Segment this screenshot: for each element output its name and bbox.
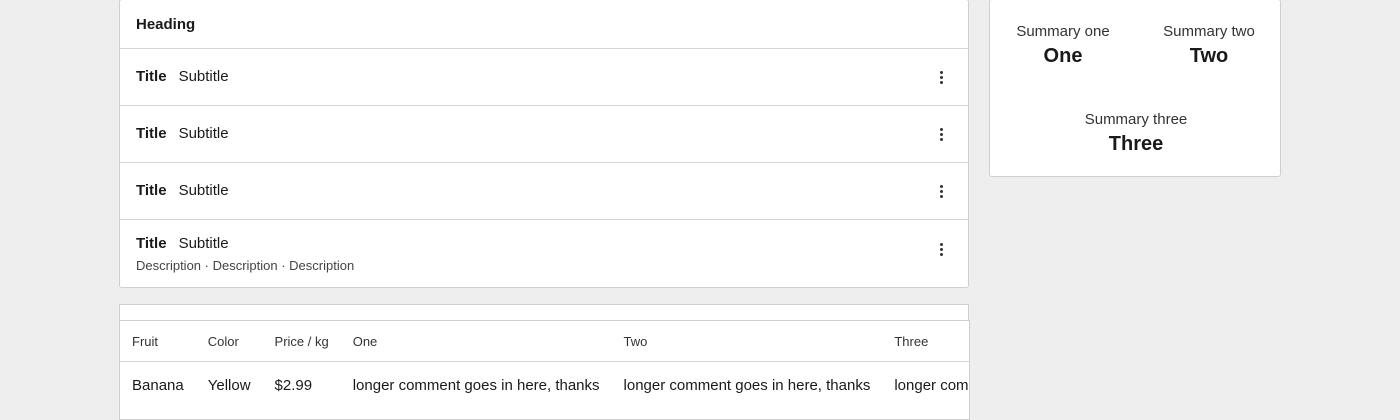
list-item-title: Title	[136, 125, 167, 142]
list-item-subtitle: Subtitle	[178, 182, 229, 199]
table-row[interactable]: Banana Yellow $2.99 longer comment goes …	[120, 362, 969, 409]
kebab-menu-icon[interactable]	[931, 124, 951, 144]
table-cell: $2.99	[274, 376, 313, 394]
summary-label: Summary three	[1084, 111, 1188, 128]
summary-value: Three	[1108, 133, 1164, 155]
list-item-title: Title	[136, 68, 167, 85]
list-item-subtitle: Subtitle	[178, 125, 229, 142]
table-header-row: Fruit Color Price / kg One Two Three	[120, 321, 969, 362]
column-header-price[interactable]: Price / kg	[262, 321, 341, 362]
column-header-two[interactable]: Two	[611, 321, 883, 362]
list-item[interactable]: Title Subtitle Description · Description …	[120, 220, 968, 289]
column-header-fruit[interactable]: Fruit	[120, 321, 196, 362]
summary-one: Summary one One	[990, 23, 1136, 68]
data-table-card: Fruit Color Price / kg One Two Three Ban…	[119, 320, 970, 420]
table-cell: Banana	[132, 376, 184, 394]
summary-card: Summary one One Summary two Two Summary …	[989, 0, 1281, 177]
list-item-subtitle: Subtitle	[178, 68, 229, 85]
list-item-title: Title	[136, 182, 167, 199]
list-card: Heading Title Subtitle Title Subtitle Titl…	[119, 0, 969, 288]
summary-three: Summary three Three	[1063, 111, 1209, 156]
summary-label: Summary two	[1163, 23, 1255, 40]
list-heading: Heading	[120, 0, 968, 49]
column-header-one[interactable]: One	[340, 321, 612, 362]
list-item[interactable]: Title Subtitle	[120, 163, 968, 220]
kebab-menu-icon[interactable]	[931, 67, 951, 87]
kebab-menu-icon[interactable]	[931, 181, 951, 201]
table-cell: longer comment goes in here, thanks	[352, 376, 600, 394]
list-item[interactable]: Title Subtitle	[120, 49, 968, 106]
data-table: Fruit Color Price / kg One Two Three Ban…	[120, 321, 969, 409]
list-item-description: Description · Description · Description	[136, 258, 355, 273]
table-cell: Yellow	[207, 376, 251, 394]
column-header-color[interactable]: Color	[195, 321, 263, 362]
summary-two: Summary two Two	[1136, 23, 1282, 68]
table-cell: longer comment goes in here, thanks	[623, 376, 871, 394]
kebab-menu-icon[interactable]	[931, 239, 951, 259]
table-cell: longer comment goes in here, thanks	[894, 376, 969, 394]
section-divider	[119, 304, 969, 321]
list-item-title: Title	[136, 235, 167, 252]
list-item-subtitle: Subtitle	[178, 235, 229, 252]
summary-value: One	[1043, 45, 1083, 67]
summary-value: Two	[1189, 45, 1229, 67]
summary-label: Summary one	[1016, 23, 1110, 40]
column-header-three[interactable]: Three	[882, 321, 969, 362]
list-item[interactable]: Title Subtitle	[120, 106, 968, 163]
